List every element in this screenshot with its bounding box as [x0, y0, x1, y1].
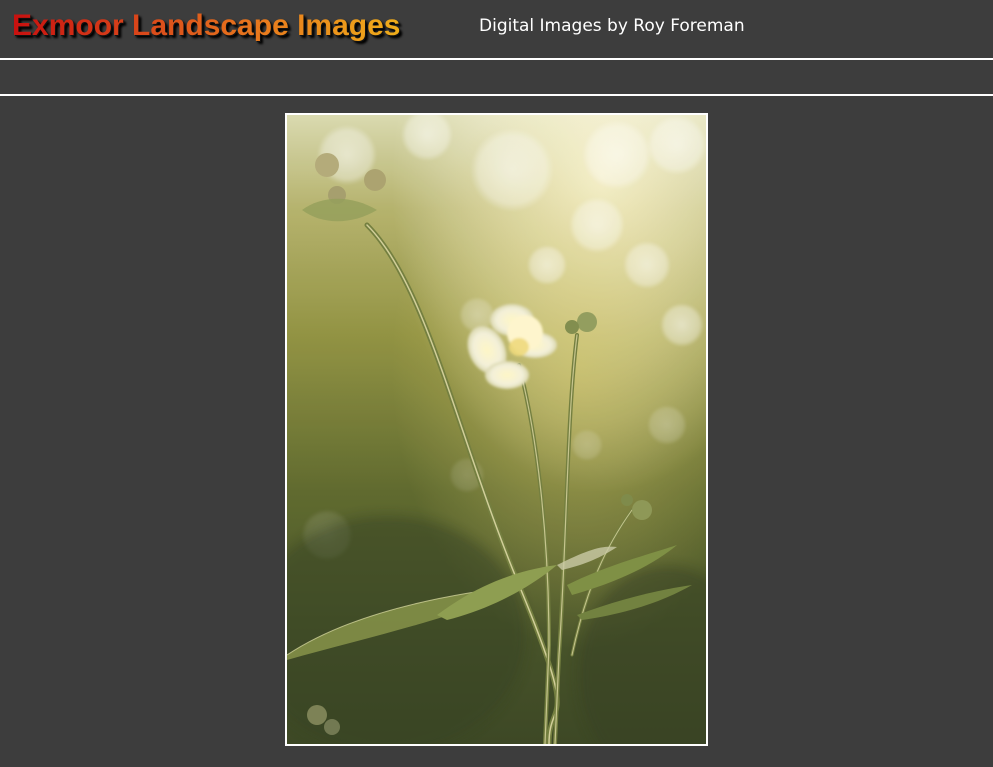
- navigation-bar: [0, 60, 993, 94]
- photograph-backlit-wildflower-image: [287, 115, 706, 744]
- site-header: Exmoor Landscape Images Digital Images b…: [0, 0, 993, 58]
- site-subtitle: Digital Images by Roy Foreman: [479, 16, 745, 36]
- main-photo[interactable]: [285, 113, 708, 746]
- header-divider-bottom: [0, 94, 993, 96]
- site-title-logo[interactable]: Exmoor Landscape Images: [12, 9, 400, 43]
- page: Exmoor Landscape Images Digital Images b…: [0, 0, 993, 767]
